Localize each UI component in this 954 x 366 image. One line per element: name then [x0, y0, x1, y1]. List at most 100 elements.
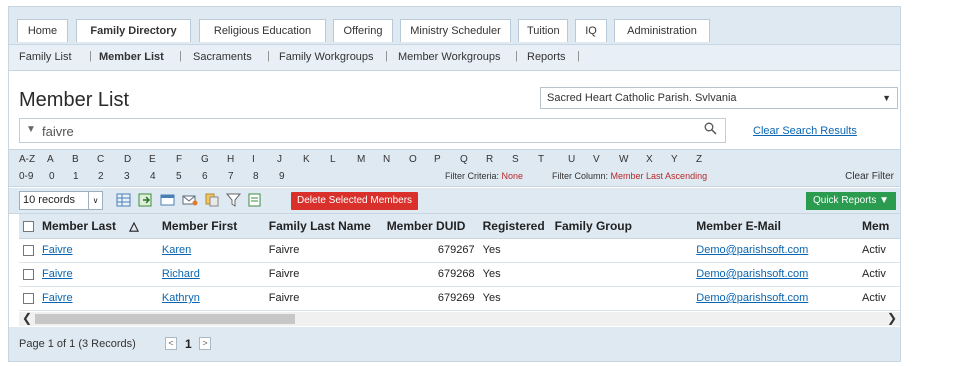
search-icon[interactable] — [704, 122, 717, 138]
alpha-filter-item[interactable]: 5 — [176, 171, 182, 182]
alpha-filter-item[interactable]: C — [97, 154, 104, 165]
alpha-filter-item[interactable]: S — [512, 154, 519, 165]
alpha-filter-item[interactable]: F — [176, 154, 182, 165]
grid-view-icon[interactable] — [160, 193, 176, 207]
alpha-filter-item[interactable]: K — [303, 154, 310, 165]
filter-triangle-icon[interactable]: ▼ — [26, 124, 36, 135]
member-email-link[interactable]: Demo@parishsoft.com — [696, 292, 808, 304]
alpha-filter-item[interactable]: P — [434, 154, 441, 165]
table-row[interactable]: Faivre Kathryn Faivre 679269 Yes Demo@parishs… — [19, 286, 900, 311]
row-checkbox[interactable] — [23, 268, 34, 280]
select-all-checkbox[interactable] — [23, 221, 34, 233]
table-row[interactable]: Faivre Karen Faivre 679267 Yes Demo@parishsof… — [19, 238, 900, 263]
col-family-last-name[interactable]: Family Last Name — [264, 214, 383, 239]
alpha-filter-item[interactable]: G — [201, 154, 209, 165]
tab-iq[interactable]: IQ — [575, 19, 607, 42]
scroll-right-icon[interactable]: ❯ — [887, 311, 897, 325]
alpha-filter-item[interactable]: M — [357, 154, 365, 165]
member-last-link[interactable]: Faivre — [42, 244, 73, 256]
alpha-filter-item[interactable]: 7 — [228, 171, 234, 182]
col-family-group[interactable]: Family Group — [550, 214, 693, 239]
import-icon[interactable] — [138, 193, 154, 207]
alpha-filter-item[interactable]: L — [330, 154, 336, 165]
subnav-family-list[interactable]: Family List — [19, 51, 72, 63]
member-email-link[interactable]: Demo@parishsoft.com — [696, 244, 808, 256]
alpha-filter-item[interactable]: 0-9 — [19, 171, 33, 182]
tab-offering[interactable]: Offering — [333, 19, 393, 42]
records-per-page-select[interactable]: 10 records ∨ — [19, 191, 103, 210]
tab-family-directory[interactable]: Family Directory — [76, 19, 191, 42]
alpha-filter-item[interactable]: 9 — [279, 171, 285, 182]
col-member-status[interactable]: Mem — [857, 214, 900, 239]
member-first-link[interactable]: Karen — [162, 244, 191, 256]
subnav-reports[interactable]: Reports — [527, 51, 566, 63]
row-checkbox[interactable] — [23, 244, 34, 256]
horizontal-scrollbar[interactable]: ❮ ❯ — [19, 311, 900, 326]
search-input[interactable] — [40, 121, 640, 141]
alpha-filter-item[interactable]: A — [47, 154, 54, 165]
alpha-filter-item[interactable]: Y — [671, 154, 678, 165]
alpha-filter-item[interactable]: 4 — [150, 171, 156, 182]
tab-tuition[interactable]: Tuition — [518, 19, 568, 42]
subnav-family-workgroups[interactable]: Family Workgroups — [279, 51, 374, 63]
alpha-filter-item[interactable]: O — [409, 154, 417, 165]
alpha-filter-item[interactable]: E — [149, 154, 156, 165]
alpha-filter-item[interactable]: 8 — [253, 171, 259, 182]
scrollbar-thumb[interactable] — [35, 314, 295, 324]
alpha-filter-item[interactable]: J — [277, 154, 282, 165]
scroll-left-icon[interactable]: ❮ — [22, 311, 32, 325]
alpha-filter-item[interactable]: B — [72, 154, 79, 165]
subnav-separator: | — [89, 50, 92, 62]
alpha-filter-item[interactable]: 0 — [49, 171, 55, 182]
member-last-link[interactable]: Faivre — [42, 292, 73, 304]
parish-select[interactable]: Sacred Heart Catholic Parish. Svlvania ▼ — [540, 87, 898, 109]
subnav-sacraments[interactable]: Sacraments — [193, 51, 252, 63]
next-page-icon[interactable]: > — [199, 337, 211, 350]
tab-ministry-scheduler[interactable]: Ministry Scheduler — [400, 19, 511, 42]
quick-reports-button[interactable]: Quick Reports ▼ — [806, 192, 896, 210]
tab-religious-education[interactable]: Religious Education — [199, 19, 326, 42]
alpha-filter-item[interactable]: I — [252, 154, 255, 165]
alpha-filter-item[interactable]: X — [646, 154, 653, 165]
email-icon[interactable] — [182, 193, 198, 207]
col-member-first[interactable]: Member First — [157, 214, 265, 239]
table-row[interactable]: Faivre Richard Faivre 679268 Yes Demo@parishs… — [19, 262, 900, 287]
clear-search-link[interactable]: Clear Search Results — [753, 125, 857, 137]
alpha-filter-item[interactable]: V — [593, 154, 600, 165]
tab-home[interactable]: Home — [17, 19, 68, 42]
alpha-filter-item[interactable]: 6 — [202, 171, 208, 182]
col-member-last[interactable]: Member Last △ — [38, 214, 158, 239]
col-member-duid[interactable]: Member DUID — [382, 214, 479, 239]
print-icon[interactable] — [247, 193, 263, 207]
subnav-member-list[interactable]: Member List — [99, 51, 164, 63]
clear-filter-link[interactable]: Clear Filter — [845, 171, 894, 182]
tab-administration[interactable]: Administration — [614, 19, 710, 42]
alpha-filter-item[interactable]: Q — [460, 154, 468, 165]
col-member-email[interactable]: Member E-Mail — [692, 214, 858, 239]
export-excel-icon[interactable] — [116, 193, 132, 207]
current-page[interactable]: 1 — [185, 337, 192, 351]
subnav-member-workgroups[interactable]: Member Workgroups — [398, 51, 501, 63]
alpha-filter-item[interactable]: 2 — [98, 171, 104, 182]
row-checkbox[interactable] — [23, 292, 34, 304]
alpha-filter-item[interactable]: Z — [696, 154, 702, 165]
member-last-link[interactable]: Faivre — [42, 268, 73, 280]
member-first-link[interactable]: Richard — [162, 268, 200, 280]
alpha-filter-item[interactable]: A-Z — [19, 154, 35, 165]
alpha-filter-item[interactable]: D — [124, 154, 131, 165]
alpha-filter-item[interactable]: 1 — [73, 171, 79, 182]
delete-selected-members-button[interactable]: Delete Selected Members — [291, 192, 419, 210]
alpha-filter-item[interactable]: W — [619, 154, 628, 165]
member-email-link[interactable]: Demo@parishsoft.com — [696, 268, 808, 280]
alpha-filter-item[interactable]: H — [227, 154, 234, 165]
labels-icon[interactable] — [204, 193, 220, 207]
alpha-filter-item[interactable]: U — [568, 154, 575, 165]
alpha-filter-item[interactable]: 3 — [124, 171, 130, 182]
member-first-link[interactable]: Kathryn — [162, 292, 200, 304]
col-registered[interactable]: Registered — [478, 214, 551, 239]
prev-page-icon[interactable]: < — [165, 337, 177, 350]
alpha-filter-item[interactable]: N — [383, 154, 390, 165]
alpha-filter-item[interactable]: R — [486, 154, 493, 165]
alpha-filter-item[interactable]: T — [538, 154, 544, 165]
filter-icon[interactable] — [226, 193, 242, 207]
